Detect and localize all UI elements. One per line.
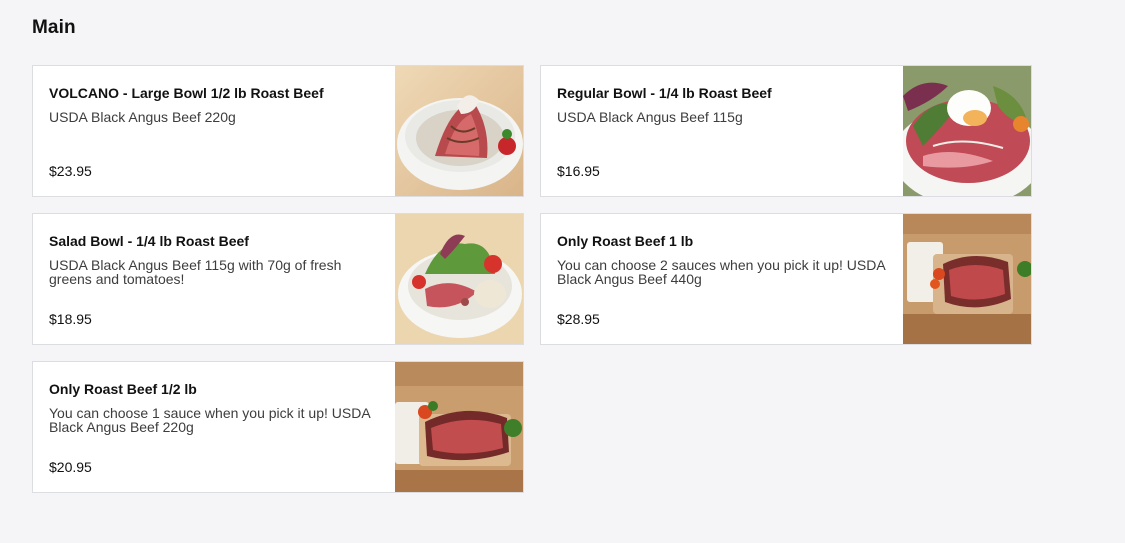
menu-item-price: $20.95 <box>49 459 92 475</box>
menu-item-title: Only Roast Beef 1 lb <box>557 233 694 249</box>
menu-item-description: USDA Black Angus Beef 115g with 70g of f… <box>49 257 342 287</box>
menu-item-description: USDA Black Angus Beef 220g <box>49 109 236 125</box>
menu-item-text: Regular Bowl - 1/4 lb Roast Beef USDA Bl… <box>541 66 903 196</box>
menu-item-title: Salad Bowl - 1/4 lb Roast Beef <box>49 233 249 249</box>
menu-item-price: $28.95 <box>557 311 600 327</box>
menu-item-description: USDA Black Angus Beef 115g <box>557 109 743 125</box>
menu-item-description: You can choose 2 sauces when you pick it… <box>557 257 885 287</box>
menu-item-title: VOLCANO - Large Bowl 1/2 lb Roast Beef <box>49 85 324 101</box>
roast-beef-bowl-photo[interactable] <box>903 66 1031 196</box>
roast-beef-board-photo[interactable] <box>903 214 1031 344</box>
menu-item-title: Only Roast Beef 1/2 lb <box>49 381 197 397</box>
menu-item-text: Only Roast Beef 1/2 lb You can choose 1 … <box>33 362 395 492</box>
menu-item-text: Only Roast Beef 1 lb You can choose 2 sa… <box>541 214 903 344</box>
menu-item-card[interactable]: Only Roast Beef 1 lb You can choose 2 sa… <box>540 213 1032 345</box>
menu-item-card[interactable]: Only Roast Beef 1/2 lb You can choose 1 … <box>32 361 524 493</box>
menu-item-card[interactable]: Regular Bowl - 1/4 lb Roast Beef USDA Bl… <box>540 65 1032 197</box>
section-title: Main <box>32 17 76 38</box>
salad-bowl-photo[interactable] <box>395 214 523 344</box>
roast-beef-board-photo[interactable] <box>395 362 523 492</box>
menu-item-card[interactable]: VOLCANO - Large Bowl 1/2 lb Roast Beef U… <box>32 65 524 197</box>
menu-item-text: Salad Bowl - 1/4 lb Roast Beef USDA Blac… <box>33 214 395 344</box>
menu-item-description: You can choose 1 sauce when you pick it … <box>49 405 370 435</box>
menu-item-card[interactable]: Salad Bowl - 1/4 lb Roast Beef USDA Blac… <box>32 213 524 345</box>
menu-item-price: $18.95 <box>49 311 92 327</box>
menu-item-title: Regular Bowl - 1/4 lb Roast Beef <box>557 85 772 101</box>
roast-beef-bowl-photo[interactable] <box>395 66 523 196</box>
menu-grid: VOLCANO - Large Bowl 1/2 lb Roast Beef U… <box>32 65 1032 493</box>
menu-item-price: $23.95 <box>49 163 92 179</box>
menu-item-text: VOLCANO - Large Bowl 1/2 lb Roast Beef U… <box>33 66 395 196</box>
menu-item-price: $16.95 <box>557 163 600 179</box>
